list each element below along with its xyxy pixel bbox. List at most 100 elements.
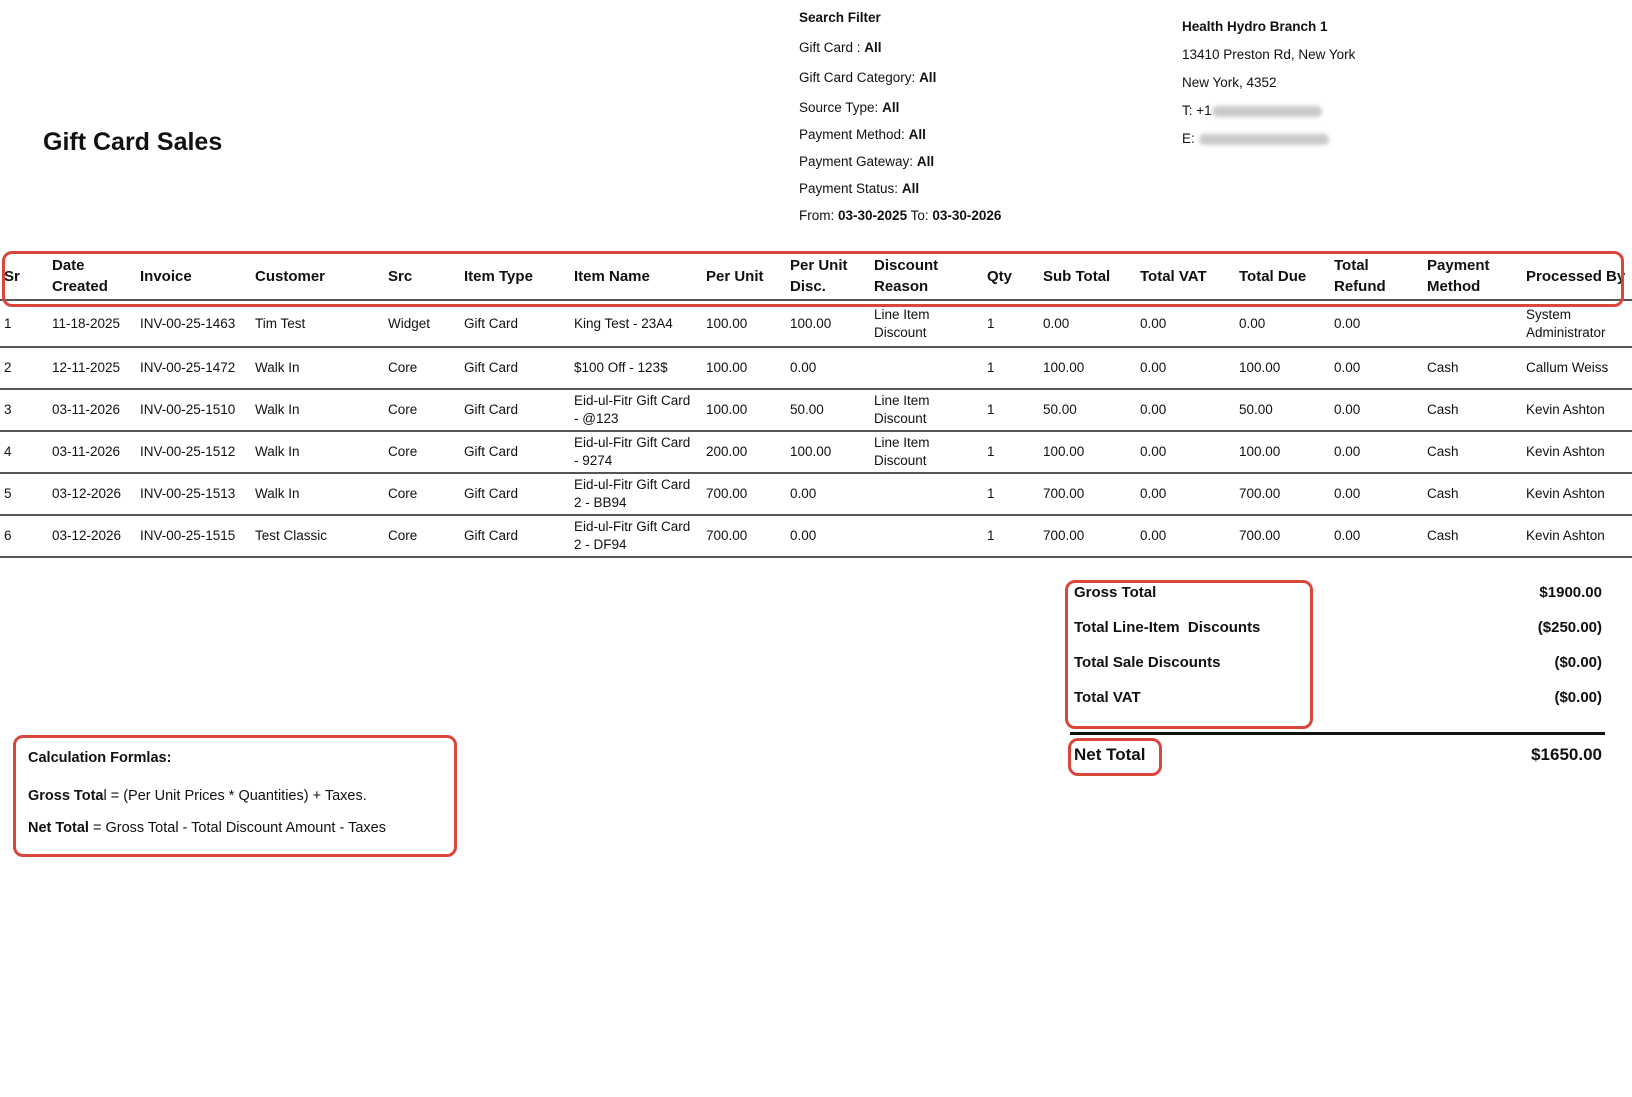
table-cell: 03-11-2026 [48,389,136,432]
table-row: 4 03-11-2026 INV-00-25-1512 Walk In Core Gift… [0,431,1632,474]
table-cell: Gift Card [460,389,570,432]
table-cell: 03-11-2026 [48,431,136,474]
filter-source-type: Source Type: All [799,100,900,115]
table-cell: 700.00 [1235,515,1330,558]
branch-name: Health Hydro Branch 1 [1182,19,1328,34]
table-cell: 1 [0,300,48,348]
table-cell: Kevin Ashton [1522,431,1632,474]
table-cell: 1 [983,347,1039,390]
table-cell: 1 [983,515,1039,558]
table-cell: Eid-ul-Fitr Gift Card 2 - DF94 [570,515,702,558]
table-cell: INV-00-25-1513 [136,473,251,516]
table-cell: 100.00 [1235,347,1330,390]
table-cell: Cash [1423,389,1522,432]
table-cell: INV-00-25-1515 [136,515,251,558]
table-cell: 0.00 [786,473,870,516]
table-cell: 700.00 [702,473,786,516]
table-cell: 1 [983,431,1039,474]
table-cell: Walk In [251,431,384,474]
table-cell: Core [384,389,460,432]
table-cell: 0.00 [1136,389,1235,432]
filter-date-range: From: 03-30-2025 To: 03-30-2026 [799,208,1002,223]
table-cell: 100.00 [1039,431,1136,474]
table-cell: 0.00 [1330,431,1423,474]
table-cell: 1 [983,389,1039,432]
branch-info: Health Hydro Branch 1 13410 Preston Rd, … [1182,17,1602,157]
table-cell: Kevin Ashton [1522,389,1632,432]
table-cell: 100.00 [786,300,870,348]
formulas-title: Calculation Formlas: [28,750,172,766]
redacted-phone [1211,105,1322,117]
table-cell: Tim Test [251,300,384,348]
table-cell: 700.00 [1235,473,1330,516]
table-cell: 0.00 [1330,515,1423,558]
gross-total-formula: Gross Total = (Per Unit Prices * Quantit… [28,788,367,804]
table-cell: Core [384,515,460,558]
branch-address-line2: New York, 4352 [1182,75,1277,90]
table-cell: 700.00 [1039,473,1136,516]
column-header: Customer [255,267,326,285]
column-header: Payment Method [1427,257,1490,295]
table-cell [870,515,983,558]
branch-phone: T: +1 [1182,101,1602,129]
net-total-row: Net Total $1650.00 [1074,745,1602,764]
table-cell: Line Item Discount [870,389,983,432]
table-cell: 0.00 [1330,347,1423,390]
column-header: Total VAT [1140,267,1207,285]
table-cell: Walk In [251,473,384,516]
filter-payment-gateway: Payment Gateway: All [799,154,935,169]
table-cell: Eid-ul-Fitr Gift Card - @123 [570,389,702,432]
table-cell: Cash [1423,515,1522,558]
redacted-email [1198,133,1329,145]
table-row: 3 03-11-2026 INV-00-25-1510 Walk In Core Gift… [0,389,1632,432]
table-cell: 11-18-2025 [48,300,136,348]
table-cell: 0.00 [1136,347,1235,390]
filter-gift-card-category: Gift Card Category: All [799,70,937,85]
table-cell: King Test - 23A4 [570,300,702,348]
table-cell: 0.00 [786,347,870,390]
table-cell: 0.00 [1330,473,1423,516]
table-cell: 0.00 [786,515,870,558]
table-cell: 12-11-2025 [48,347,136,390]
table-cell: INV-00-25-1510 [136,389,251,432]
table-cell: 50.00 [1039,389,1136,432]
table-cell: 100.00 [702,389,786,432]
column-header: Sr [4,267,20,285]
column-header: Item Type [464,267,533,285]
filter-payment-status: Payment Status: All [799,181,920,196]
table-cell: 2 [0,347,48,390]
table-cell: Gift Card [460,347,570,390]
report-title: Gift Card Sales [43,128,223,156]
table-cell: INV-00-25-1463 [136,300,251,348]
totals-panel: Gross Total $1900.00 Total Line-Item Disc… [1074,582,1608,722]
table-cell: 4 [0,431,48,474]
column-header: Per Unit Disc. [790,257,848,295]
column-header: Src [388,267,413,285]
table-cell: Cash [1423,431,1522,474]
net-total-divider [1070,732,1605,735]
search-filter-heading: Search Filter [799,10,881,25]
column-header: Per Unit [706,267,764,285]
table-cell: 0.00 [1235,300,1330,348]
table-cell: 6 [0,515,48,558]
table-cell: 700.00 [1039,515,1136,558]
table-cell: Kevin Ashton [1522,473,1632,516]
net-total-formula: Net Total = Gross Total - Total Discount… [28,820,386,836]
branch-address-line1: 13410 Preston Rd, New York [1182,47,1356,62]
table-row: 5 03-12-2026 INV-00-25-1513 Walk In Core Gift… [0,473,1632,516]
table-cell: Gift Card [460,515,570,558]
table-cell: Walk In [251,389,384,432]
table-cell: 0.00 [1039,300,1136,348]
table-cell: Line Item Discount [870,300,983,348]
column-header: Sub Total [1043,267,1111,285]
table-cell [870,473,983,516]
table-cell: Walk In [251,347,384,390]
table-cell: 0.00 [1136,515,1235,558]
table-cell: 100.00 [1235,431,1330,474]
column-header: Qty [987,267,1013,285]
filter-gift-card: Gift Card : All [799,40,882,55]
search-filter-panel: Search Filter Gift Card : All Gift Card … [799,8,1119,233]
table-cell: 03-12-2026 [48,515,136,558]
table-cell: Core [384,473,460,516]
table-cell: System Administrator [1522,300,1632,348]
